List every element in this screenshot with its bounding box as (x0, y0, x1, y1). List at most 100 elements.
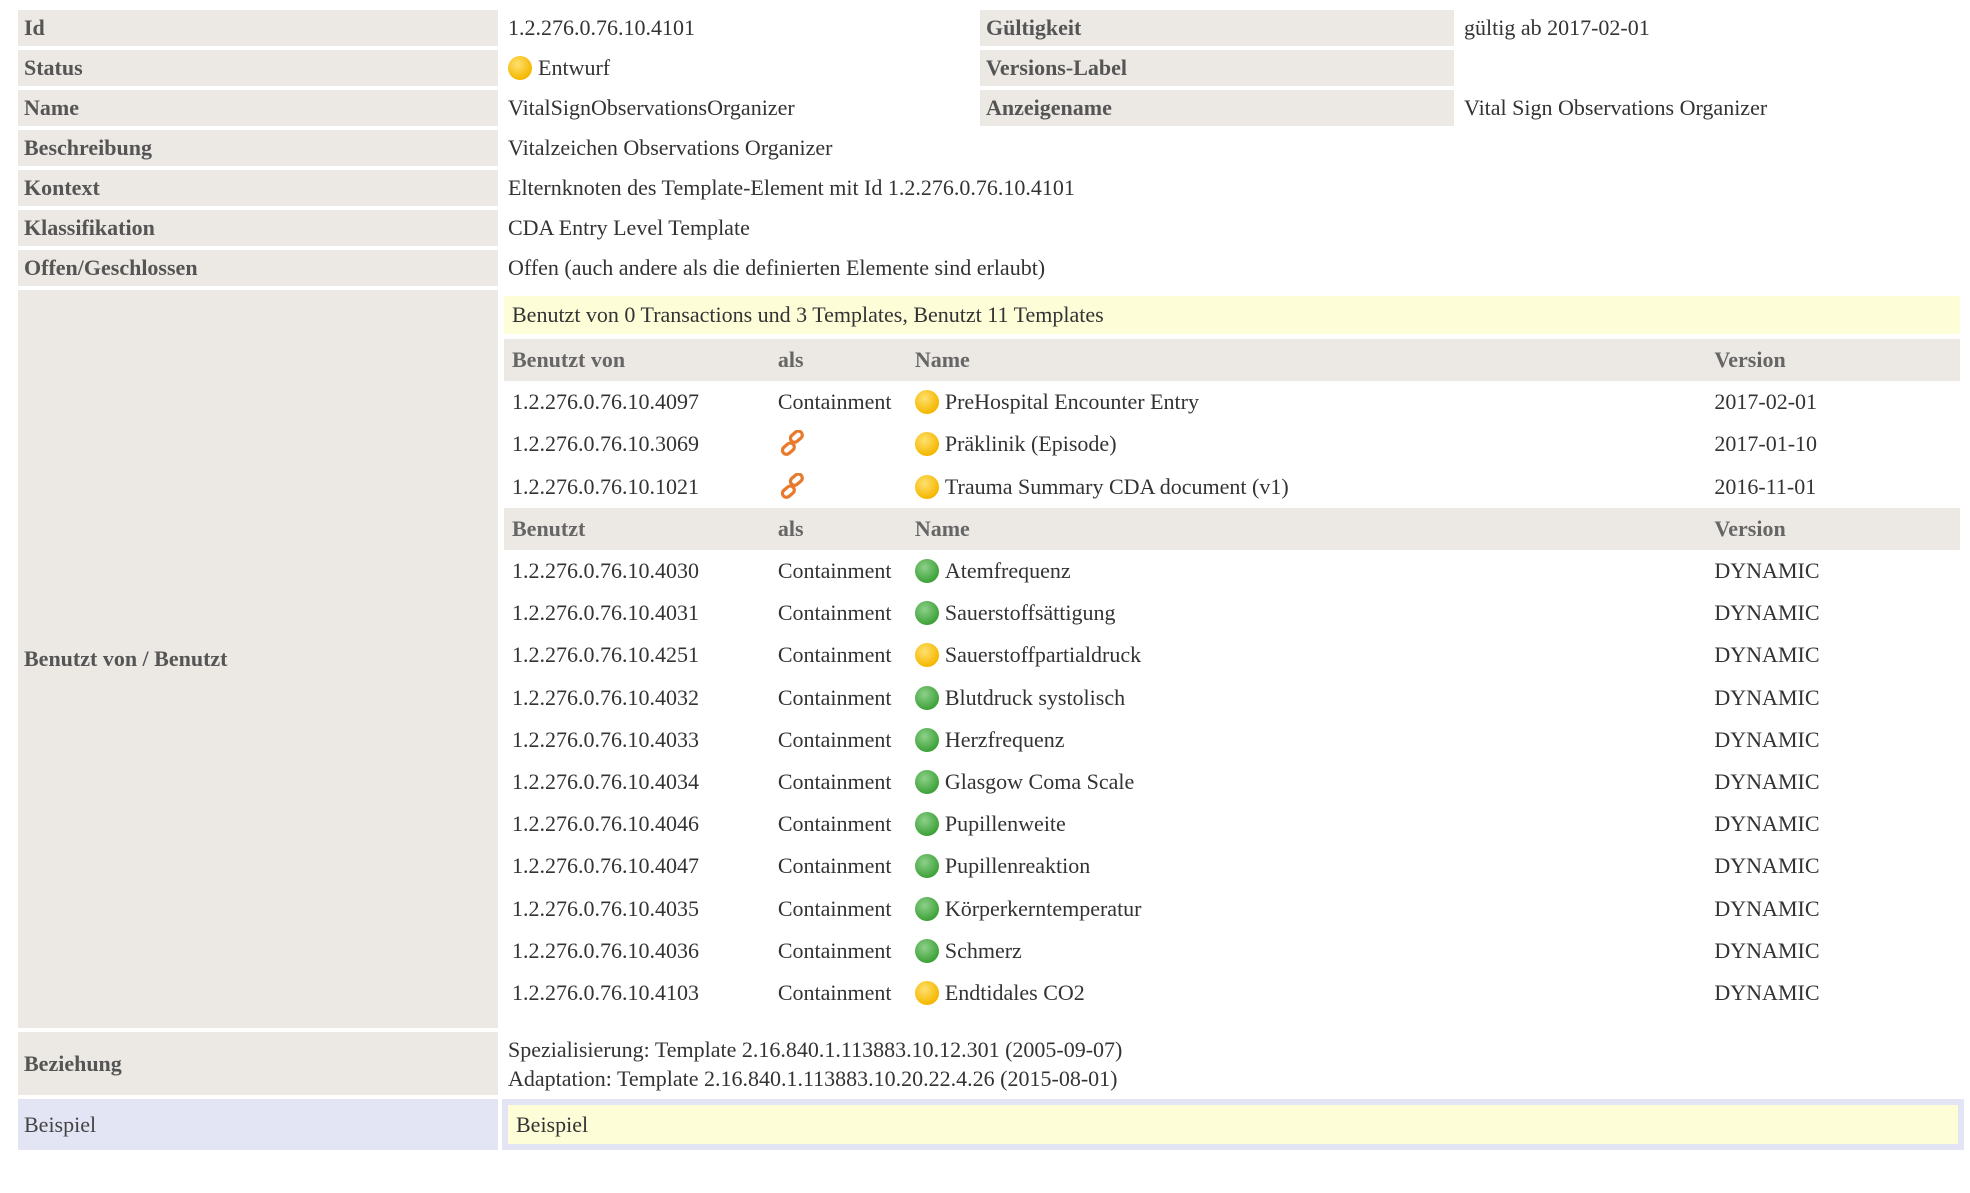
template-name[interactable]: Blutdruck systolisch (945, 685, 1125, 710)
example-toggle[interactable]: Beispiel (508, 1105, 1958, 1144)
template-version: DYNAMIC (1714, 768, 1820, 794)
row-name: Name VitalSignObservationsOrganizer Anze… (18, 90, 1964, 126)
template-id[interactable]: 1.2.276.0.76.10.1021 (504, 466, 770, 508)
template-version: DYNAMIC (1714, 684, 1820, 710)
template-name[interactable]: Schmerz (945, 938, 1022, 963)
template-name[interactable]: Sauerstoffsättigung (945, 600, 1116, 625)
template-name-cell[interactable]: PreHospital Encounter Entry (907, 381, 1707, 423)
template-id[interactable]: 1.2.276.0.76.10.3069 (504, 423, 770, 465)
template-id[interactable]: 1.2.276.0.76.10.4035 (504, 887, 770, 929)
value-versions-label (1458, 50, 1964, 86)
template-id[interactable]: 1.2.276.0.76.10.4030 (504, 550, 770, 592)
uses-row[interactable]: 1.2.276.0.76.10.4251 Containment Sauerstof… (504, 634, 1960, 676)
template-id[interactable]: 1.2.276.0.76.10.4046 (504, 803, 770, 845)
relationship-type (770, 423, 907, 465)
status-text: Entwurf (538, 55, 611, 80)
uses-row[interactable]: 1.2.276.0.76.10.4030 Containment Atemfrequ… (504, 550, 1960, 592)
template-name[interactable]: PreHospital Encounter Entry (945, 389, 1199, 414)
label-benutzt-von-benutzt: Benutzt von / Benutzt (18, 290, 498, 1028)
status-active-icon (914, 559, 939, 584)
status-draft-icon (914, 980, 939, 1005)
template-version: DYNAMIC (1714, 853, 1820, 879)
template-name-cell[interactable]: Sauerstoffsättigung (907, 592, 1707, 634)
status-active-icon (914, 938, 939, 963)
label-beispiel: Beispiel (18, 1099, 498, 1150)
template-id[interactable]: 1.2.276.0.76.10.4031 (504, 592, 770, 634)
beziehung-specialization: Spezialisierung: Template 2.16.840.1.113… (508, 1036, 1123, 1062)
uses-row[interactable]: 1.2.276.0.76.10.4046 Containment Pupillenw… (504, 803, 1960, 845)
template-id[interactable]: 1.2.276.0.76.10.4047 (504, 845, 770, 887)
template-name-cell[interactable]: Atemfrequenz (907, 550, 1707, 592)
template-id[interactable]: 1.2.276.0.76.10.4034 (504, 761, 770, 803)
used-by-row[interactable]: 1.2.276.0.76.10.4097 Containment PreHospit… (504, 381, 1960, 423)
template-name[interactable]: Präklinik (Episode) (945, 431, 1117, 456)
row-id: Id 1.2.276.0.76.10.4101 Gültigkeit gülti… (18, 10, 1964, 46)
uses-row[interactable]: 1.2.276.0.76.10.4036 Containment Schmerz DY… (504, 930, 1960, 972)
relationship-type: Containment (777, 726, 892, 752)
template-name-cell[interactable]: Glasgow Coma Scale (907, 761, 1707, 803)
uses-row[interactable]: 1.2.276.0.76.10.4031 Containment Sauerstof… (504, 592, 1960, 634)
uses-row[interactable]: 1.2.276.0.76.10.4103 Containment Endtidale… (504, 972, 1960, 1014)
template-id[interactable]: 1.2.276.0.76.10.4097 (504, 381, 770, 423)
template-version: DYNAMIC (1714, 726, 1820, 752)
used-by-row[interactable]: 1.2.276.0.76.10.1021 Trauma Summary CDA d… (504, 466, 1960, 508)
template-name[interactable]: Trauma Summary CDA document (v1) (945, 474, 1289, 499)
relationship-type: Containment (777, 895, 892, 921)
row-status: Status Entwurf Versions-Label (18, 50, 1964, 86)
template-name-cell[interactable]: Schmerz (907, 930, 1707, 972)
template-name-cell[interactable]: Präklinik (Episode) (907, 423, 1707, 465)
template-id[interactable]: 1.2.276.0.76.10.4032 (504, 677, 770, 719)
template-version: DYNAMIC (1714, 558, 1820, 584)
template-name[interactable]: Glasgow Coma Scale (945, 769, 1134, 794)
template-name[interactable]: Sauerstoffpartialdruck (945, 642, 1141, 667)
status-active-icon (914, 896, 939, 921)
value-kontext: Elternknoten des Template-Element mit Id… (508, 175, 1075, 200)
template-id[interactable]: 1.2.276.0.76.10.4033 (504, 719, 770, 761)
row-offen-geschlossen: Offen/Geschlossen Offen (auch andere als… (18, 250, 1964, 286)
uses-row[interactable]: 1.2.276.0.76.10.4032 Containment Blutdruck… (504, 677, 1960, 719)
template-name-cell[interactable]: Körperkerntemperatur (907, 887, 1707, 929)
label-versions-label: Versions-Label (980, 50, 1454, 86)
template-name[interactable]: Pupillenweite (945, 811, 1066, 836)
template-name-cell[interactable]: Endtidales CO2 (907, 972, 1707, 1014)
label-klassifikation: Klassifikation (18, 210, 498, 246)
uses-row[interactable]: 1.2.276.0.76.10.4033 Containment Herzfrequ… (504, 719, 1960, 761)
value-name: VitalSignObservationsOrganizer (508, 95, 795, 120)
label-offen-geschlossen: Offen/Geschlossen (18, 250, 498, 286)
template-id[interactable]: 1.2.276.0.76.10.4036 (504, 930, 770, 972)
template-name[interactable]: Körperkerntemperatur (945, 896, 1142, 921)
template-name-cell[interactable]: Trauma Summary CDA document (v1) (907, 466, 1707, 508)
status-active-icon (914, 727, 939, 752)
uses-row[interactable]: 1.2.276.0.76.10.4034 Containment Glasgow C… (504, 761, 1960, 803)
template-name-cell[interactable]: Herzfrequenz (907, 719, 1707, 761)
template-name[interactable]: Endtidales CO2 (945, 980, 1085, 1005)
relationship-type: Containment (777, 558, 892, 584)
uses-row[interactable]: 1.2.276.0.76.10.4047 Containment Pupillenr… (504, 845, 1960, 887)
template-version: DYNAMIC (1714, 600, 1820, 626)
usage-section: Benutzt von 0 Transactions und 3 Templat… (502, 290, 1964, 1020)
relationship-type: Containment (777, 937, 892, 963)
used-by-row[interactable]: 1.2.276.0.76.10.3069 Präklinik (Episode) 2… (504, 423, 1960, 465)
template-name-cell[interactable]: Pupillenweite (907, 803, 1707, 845)
template-id[interactable]: 1.2.276.0.76.10.4103 (504, 972, 770, 1014)
template-name[interactable]: Herzfrequenz (945, 727, 1065, 752)
template-name[interactable]: Pupillenreaktion (945, 853, 1090, 878)
uses-rows: 1.2.276.0.76.10.4030 Containment Atemfrequ… (504, 550, 1960, 1014)
template-version: DYNAMIC (1714, 642, 1820, 668)
value-beziehung: Spezialisierung: Template 2.16.840.1.113… (502, 1032, 1964, 1095)
link-icon (780, 430, 804, 457)
value-beschreibung: Vitalzeichen Observations Organizer (508, 135, 833, 160)
template-name-cell[interactable]: Blutdruck systolisch (907, 677, 1707, 719)
uses-row[interactable]: 1.2.276.0.76.10.4035 Containment Körperker… (504, 887, 1960, 929)
header-als: als (769, 507, 907, 550)
status-active-icon (914, 769, 939, 794)
template-id[interactable]: 1.2.276.0.76.10.4251 (504, 634, 770, 676)
template-name-cell[interactable]: Pupillenreaktion (907, 845, 1707, 887)
header-als: als (769, 339, 907, 382)
template-name-cell[interactable]: Sauerstoffpartialdruck (907, 634, 1707, 676)
template-version: DYNAMIC (1714, 895, 1820, 921)
value-status: Entwurf (502, 50, 976, 86)
row-benutzt-von-benutzt: Benutzt von / Benutzt Benutzt von 0 Tran… (18, 290, 1964, 1028)
template-name[interactable]: Atemfrequenz (945, 558, 1071, 583)
label-beziehung: Beziehung (18, 1032, 498, 1095)
